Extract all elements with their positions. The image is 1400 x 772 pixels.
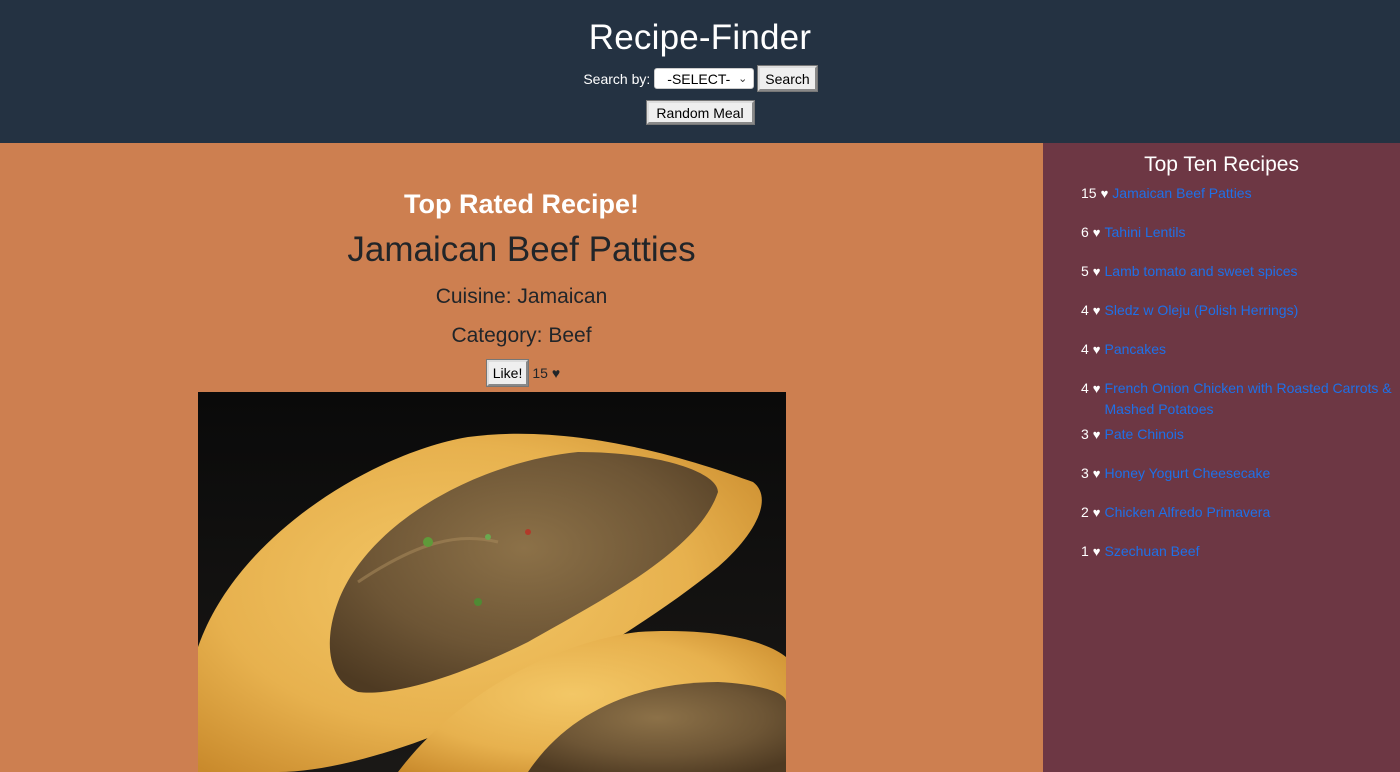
heart-icon: ♥ — [1092, 466, 1101, 481]
heart-icon: ♥ — [1092, 342, 1101, 357]
recipe-link[interactable]: Lamb tomato and sweet spices — [1105, 261, 1298, 282]
recipe-image — [198, 392, 786, 772]
search-bar: Search by: -SELECT- ⌄ Search — [0, 66, 1400, 91]
like-count: 2 — [1081, 504, 1089, 520]
like-count: 15 — [1081, 185, 1097, 201]
recipe-link[interactable]: Sledz w Oleju (Polish Herrings) — [1105, 300, 1299, 321]
like-count: 15 — [532, 365, 548, 381]
app-header: Recipe-Finder Search by: -SELECT- ⌄ Sear… — [0, 0, 1400, 143]
heart-icon: ♥ — [551, 365, 561, 381]
list-item: 1 ♥ Szechuan Beef — [1081, 541, 1400, 580]
recipe-cuisine: Cuisine: Jamaican — [435, 285, 608, 308]
top-ten-sidebar: Top Ten Recipes 15 ♥ Jamaican Beef Patti… — [1043, 143, 1400, 772]
like-count: 5 — [1081, 263, 1089, 279]
random-meal-button[interactable]: Random Meal — [646, 101, 754, 124]
top-ten-list: 15 ♥ Jamaican Beef Patties 6 ♥ Tahini Le… — [1043, 183, 1400, 580]
list-item: 3 ♥ Pate Chinois — [1081, 424, 1400, 463]
main-content: Top Rated Recipe! Jamaican Beef Patties … — [0, 143, 1043, 772]
like-count: 1 — [1081, 543, 1089, 559]
heart-icon: ♥ — [1092, 303, 1101, 318]
list-item: 4 ♥ Pancakes — [1081, 339, 1400, 378]
search-type-select[interactable]: -SELECT- ⌄ — [654, 68, 755, 89]
recipe-link[interactable]: Chicken Alfredo Primavera — [1105, 502, 1271, 523]
heart-icon: ♥ — [1092, 505, 1101, 520]
like-count: 4 — [1081, 380, 1089, 396]
heart-icon: ♥ — [1092, 225, 1101, 240]
beef-patty-photo — [198, 392, 786, 772]
like-count: 6 — [1081, 224, 1089, 240]
search-by-label: Search by: — [583, 70, 651, 87]
list-item: 6 ♥ Tahini Lentils — [1081, 222, 1400, 261]
recipe-link[interactable]: Pancakes — [1105, 339, 1166, 360]
recipe-title: Jamaican Beef Patties — [347, 230, 696, 269]
list-item: 15 ♥ Jamaican Beef Patties — [1081, 183, 1400, 222]
like-count: 4 — [1081, 302, 1089, 318]
list-item: 2 ♥ Chicken Alfredo Primavera — [1081, 502, 1400, 541]
heart-icon: ♥ — [1100, 186, 1109, 201]
chevron-down-icon: ⌄ — [738, 73, 748, 85]
search-button[interactable]: Search — [758, 66, 817, 91]
heart-icon: ♥ — [1092, 427, 1101, 442]
recipe-category: Category: Beef — [451, 324, 592, 347]
list-item: 3 ♥ Honey Yogurt Cheesecake — [1081, 463, 1400, 502]
recipe-link[interactable]: Szechuan Beef — [1105, 541, 1200, 562]
recipe-link[interactable]: French Onion Chicken with Roasted Carrot… — [1105, 378, 1400, 420]
like-count: 3 — [1081, 426, 1089, 442]
heart-icon: ♥ — [1092, 381, 1101, 396]
recipe-link[interactable]: Jamaican Beef Patties — [1112, 183, 1251, 204]
list-item: 4 ♥ Sledz w Oleju (Polish Herrings) — [1081, 300, 1400, 339]
like-row: Like! 15 ♥ — [2, 360, 1045, 386]
top-ten-title: Top Ten Recipes — [1144, 153, 1299, 176]
app-title: Recipe-Finder — [588, 18, 812, 57]
recipe-link[interactable]: Honey Yogurt Cheesecake — [1105, 463, 1271, 484]
heart-icon: ♥ — [1092, 544, 1101, 559]
recipe-link[interactable]: Pate Chinois — [1105, 424, 1184, 445]
select-value: -SELECT- — [667, 70, 731, 87]
like-count: 4 — [1081, 341, 1089, 357]
like-button[interactable]: Like! — [486, 360, 529, 386]
top-rated-heading: Top Rated Recipe! — [403, 189, 640, 219]
recipe-link[interactable]: Tahini Lentils — [1105, 222, 1186, 243]
like-count: 3 — [1081, 465, 1089, 481]
list-item: 5 ♥ Lamb tomato and sweet spices — [1081, 261, 1400, 300]
heart-icon: ♥ — [1092, 264, 1101, 279]
list-item: 4 ♥ French Onion Chicken with Roasted Ca… — [1081, 378, 1400, 424]
